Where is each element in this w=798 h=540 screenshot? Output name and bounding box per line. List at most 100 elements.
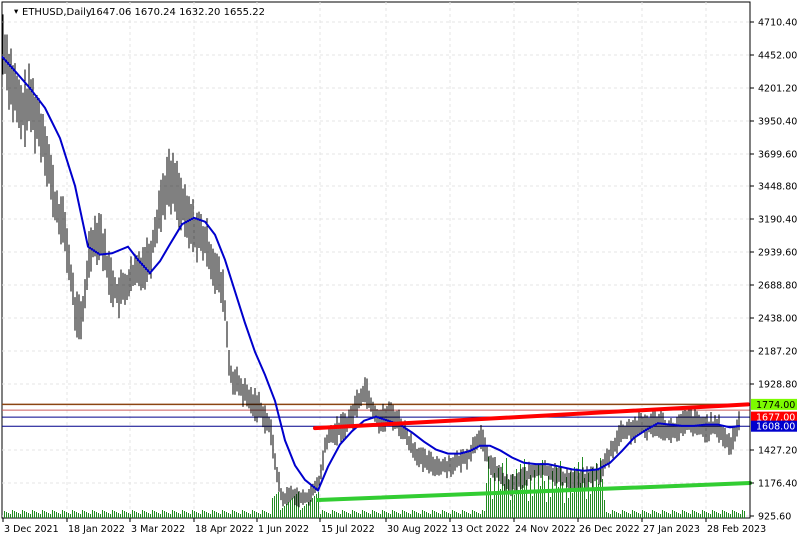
volume-bar bbox=[562, 482, 563, 518]
volume-bar bbox=[340, 514, 341, 518]
volume-bar bbox=[450, 514, 451, 518]
volume-bar bbox=[170, 514, 171, 518]
volume-bar bbox=[666, 512, 667, 518]
volume-bar bbox=[464, 511, 465, 518]
volume-bar bbox=[58, 513, 59, 518]
volume-bar bbox=[284, 506, 285, 518]
volume-bar bbox=[28, 513, 29, 518]
volume-bar bbox=[10, 514, 11, 518]
volume-bar bbox=[118, 513, 119, 518]
volume-bar bbox=[164, 511, 165, 518]
volume-bar bbox=[222, 510, 223, 518]
volume-bar bbox=[674, 511, 675, 518]
volume-bar bbox=[668, 513, 669, 518]
volume-bar bbox=[720, 514, 721, 518]
volume-bar bbox=[276, 494, 277, 518]
volume-bar bbox=[108, 513, 109, 518]
volume-bar bbox=[576, 488, 577, 518]
volume-bar bbox=[480, 514, 481, 518]
volume-bar bbox=[178, 513, 179, 518]
volume-bar bbox=[738, 513, 739, 518]
volume-bar bbox=[472, 510, 473, 518]
volume-bar bbox=[18, 513, 19, 518]
volume-bar bbox=[568, 498, 569, 518]
plot-area[interactable] bbox=[1, 1, 751, 519]
volume-bar bbox=[96, 512, 97, 518]
volume-bar bbox=[334, 511, 335, 518]
volume-bar bbox=[744, 511, 745, 518]
volume-bar bbox=[52, 510, 53, 518]
volume-bar bbox=[404, 511, 405, 518]
volume-bar bbox=[490, 478, 491, 518]
volume-bar bbox=[470, 514, 471, 518]
volume-bar bbox=[104, 511, 105, 518]
volume-bar bbox=[174, 511, 175, 518]
volume-bar bbox=[706, 512, 707, 518]
y-tick-label: 925.60 bbox=[758, 512, 791, 523]
volume-bar bbox=[206, 512, 207, 518]
volume-bar bbox=[376, 512, 377, 518]
volume-bar bbox=[694, 511, 695, 518]
volume-bar bbox=[106, 512, 107, 518]
y-tick-label: 3699.60 bbox=[758, 150, 797, 161]
volume-bar bbox=[696, 512, 697, 518]
volume-bar bbox=[246, 512, 247, 518]
volume-bar bbox=[74, 511, 75, 518]
volume-bar bbox=[726, 512, 727, 518]
volume-bar bbox=[76, 512, 77, 518]
chart-title: ▾ ETHUSD,Daily 1647.06 1670.24 1632.20 1… bbox=[14, 7, 265, 18]
volume-bar bbox=[548, 476, 549, 518]
volume-bar bbox=[162, 510, 163, 518]
volume-bar bbox=[396, 512, 397, 518]
volume-bar bbox=[346, 512, 347, 518]
volume-bar bbox=[26, 512, 27, 518]
y-tick-label: 4201.20 bbox=[758, 84, 797, 95]
volume-bar bbox=[682, 510, 683, 518]
volume-bar bbox=[734, 511, 735, 518]
volume-bar bbox=[658, 513, 659, 518]
volume-bar bbox=[582, 457, 583, 518]
volume-bar bbox=[476, 512, 477, 518]
volume-bar bbox=[210, 514, 211, 518]
volume-bar bbox=[678, 513, 679, 518]
y-tick-label: 1176.40 bbox=[758, 479, 797, 490]
volume-bar bbox=[502, 463, 503, 518]
volume-bar bbox=[428, 513, 429, 518]
volume-bar bbox=[380, 514, 381, 518]
volume-bar bbox=[646, 512, 647, 518]
volume-bar bbox=[8, 513, 9, 518]
x-tick-label: 27 Jan 2023 bbox=[643, 524, 700, 535]
volume-bar bbox=[226, 512, 227, 518]
volume-bar bbox=[368, 513, 369, 518]
volume-bar bbox=[422, 510, 423, 518]
volume-bar bbox=[730, 514, 731, 518]
volume-bar bbox=[138, 513, 139, 518]
volume-bar bbox=[202, 510, 203, 518]
volume-bar bbox=[176, 512, 177, 518]
volume-bar bbox=[604, 500, 605, 518]
volume-bar bbox=[324, 511, 325, 518]
volume-bar bbox=[444, 511, 445, 518]
price-label-text: 1774.00 bbox=[756, 400, 795, 411]
volume-bar bbox=[486, 483, 487, 518]
volume-bar bbox=[144, 511, 145, 518]
volume-bar bbox=[140, 514, 141, 518]
volume-bar bbox=[690, 514, 691, 518]
volume-bar bbox=[370, 514, 371, 518]
volume-bar bbox=[660, 514, 661, 518]
volume-bar bbox=[300, 510, 301, 518]
volume-bar bbox=[128, 513, 129, 518]
volume-bar bbox=[90, 514, 91, 518]
volume-bar bbox=[38, 513, 39, 518]
volume-bar bbox=[664, 511, 665, 518]
chart-svg[interactable]: 4710.40 4452.00 4201.20 3950.40 3699.60 3448.… bbox=[0, 0, 798, 540]
volume-bar bbox=[100, 514, 101, 518]
volume-bar bbox=[722, 510, 723, 518]
volume-bar bbox=[120, 514, 121, 518]
volume-bar bbox=[474, 511, 475, 518]
chart-window[interactable]: 4710.40 4452.00 4201.20 3950.40 3699.60 3448.… bbox=[0, 0, 798, 540]
volume-bar bbox=[442, 510, 443, 518]
x-tick-label: 24 Nov 2022 bbox=[515, 524, 576, 535]
volume-bar bbox=[86, 512, 87, 518]
volume-bar bbox=[514, 495, 515, 518]
